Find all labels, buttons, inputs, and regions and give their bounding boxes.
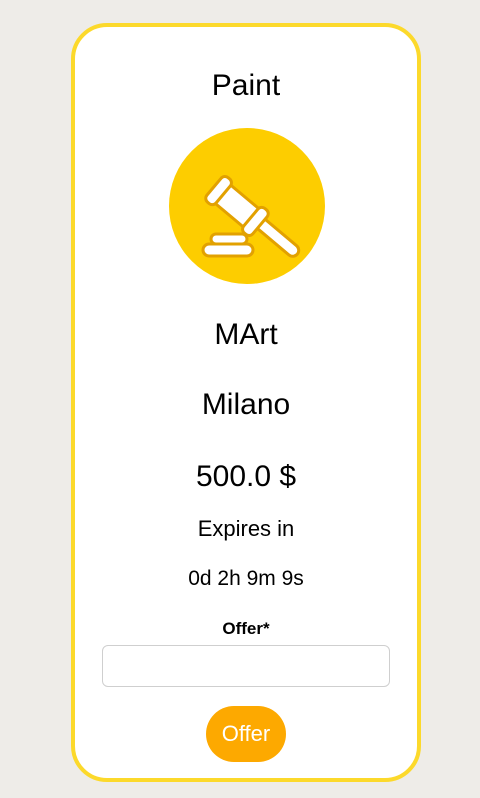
offer-label: Offer* <box>222 619 270 638</box>
auction-card: Paint MArt Milano 500.0 $ Expires in 0d … <box>71 23 421 782</box>
countdown-timer: 0d 2h 9m 9s <box>188 567 304 590</box>
expires-label: Expires in <box>197 516 295 541</box>
offer-input[interactable] <box>102 645 390 687</box>
auction-title: Paint <box>211 69 281 102</box>
gavel-icon <box>169 128 325 284</box>
location: Milano <box>201 388 291 421</box>
offer-button[interactable]: Offer <box>206 706 286 762</box>
seller-name: MArt <box>214 318 278 351</box>
price: 500.0 $ <box>195 460 297 493</box>
